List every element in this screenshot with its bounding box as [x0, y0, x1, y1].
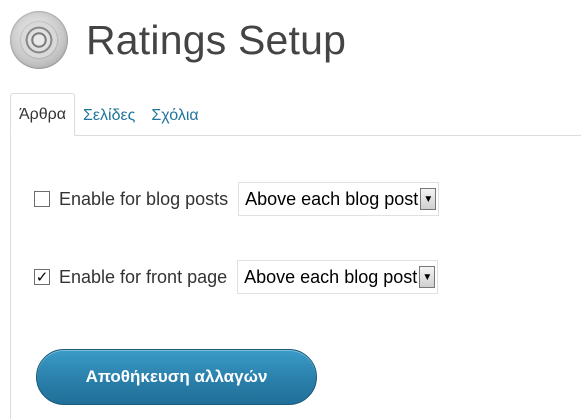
save-changes-button[interactable]: Αποθήκευση αλλαγών [36, 349, 317, 405]
tab-bar: Άρθρα Σελίδες Σχόλια [10, 93, 207, 136]
logo-disc [21, 22, 57, 58]
enable-blog-posts-label: Enable for blog posts [59, 188, 229, 209]
tab-articles[interactable]: Άρθρα [10, 93, 76, 136]
page-title: Ratings Setup [86, 16, 347, 63]
blog-posts-position-select[interactable]: Above each blog post ▼ [238, 182, 440, 216]
enable-front-page-label: Enable for front page [59, 266, 228, 287]
tab-pages[interactable]: Σελίδες [75, 96, 143, 136]
blog-posts-position-value: Above each blog post [245, 188, 419, 209]
front-page-position-select[interactable]: Above each blog post ▼ [237, 260, 439, 294]
front-page-setting-row: ✓ Enable for front page Above each blog … [34, 260, 439, 294]
front-page-position-value: Above each blog post [244, 266, 418, 287]
tab-comments[interactable]: Σχόλια [143, 96, 206, 136]
chevron-down-icon[interactable]: ▼ [420, 188, 437, 210]
blog-posts-setting-row: Enable for blog posts Above each blog po… [34, 182, 440, 216]
ratings-logo-icon [10, 11, 68, 69]
chevron-down-icon[interactable]: ▼ [419, 266, 436, 288]
ratings-setup-page: Ratings Setup Άρθρα Σελίδες Σχόλια Enabl… [0, 0, 581, 419]
enable-blog-posts-checkbox[interactable] [34, 191, 50, 207]
enable-front-page-checkbox[interactable]: ✓ [34, 269, 50, 285]
page-header: Ratings Setup [10, 10, 346, 70]
